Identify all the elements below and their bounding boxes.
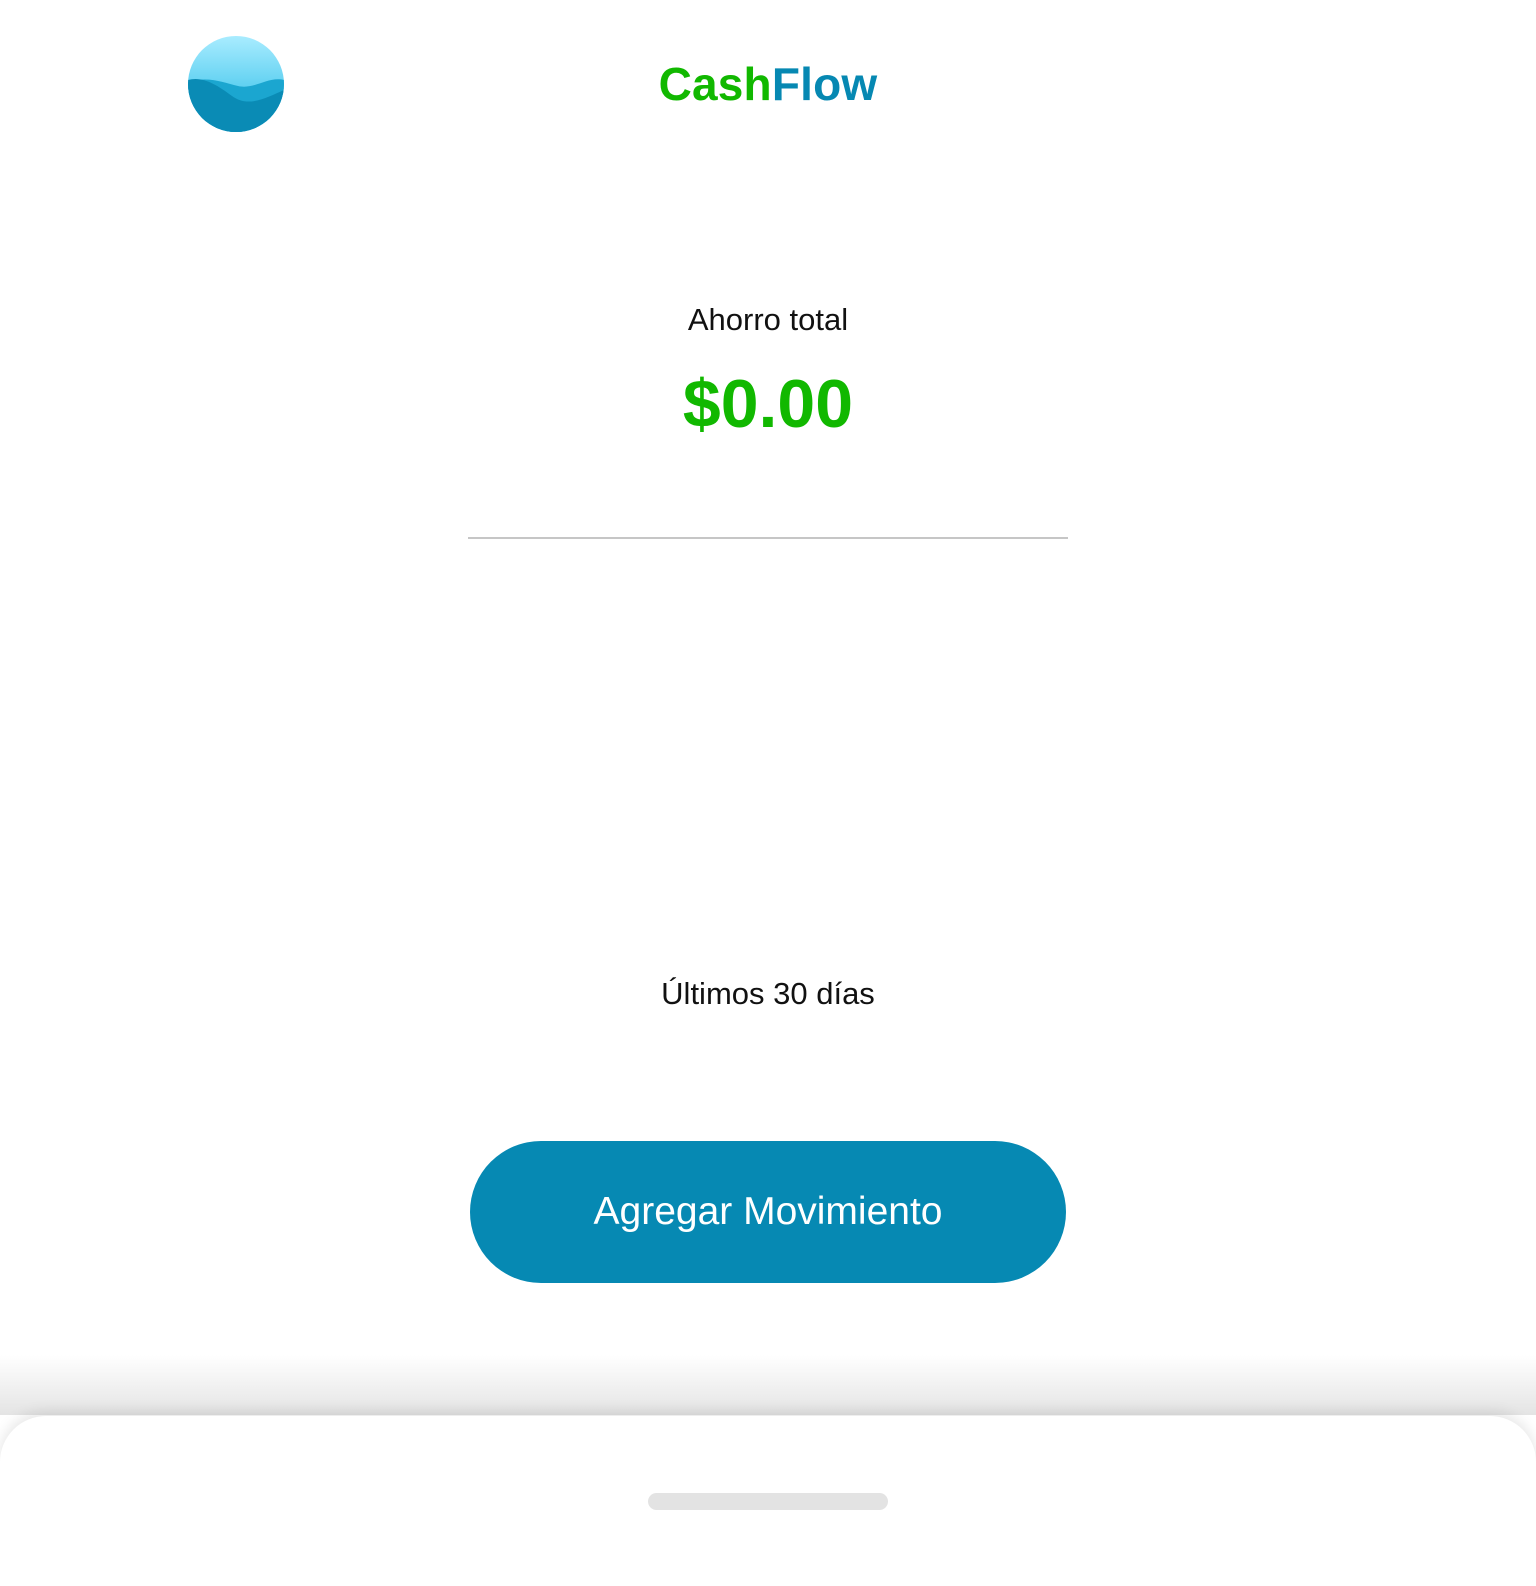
add-movement-button[interactable]: Agregar Movimiento [470, 1141, 1066, 1283]
period-label: Últimos 30 días [661, 976, 875, 1011]
brand-flow-text: Flow [771, 58, 878, 110]
total-savings-amount: $0.00 [682, 366, 854, 442]
bottom-sheet[interactable] [0, 1416, 1536, 1586]
bottom-sheet-drag-handle[interactable] [648, 1493, 888, 1510]
summary-divider [468, 537, 1068, 539]
movements-chart-area [468, 560, 1068, 940]
brand-cash-text: Cash [658, 58, 772, 110]
app-screen: CashFlow Ahorro total $0.00 Últimos 30 d… [0, 0, 1536, 1586]
bottom-sheet-shadow [0, 1355, 1536, 1415]
app-brand-title: CashFlow [0, 54, 1536, 114]
total-savings-label: Ahorro total [687, 302, 849, 337]
